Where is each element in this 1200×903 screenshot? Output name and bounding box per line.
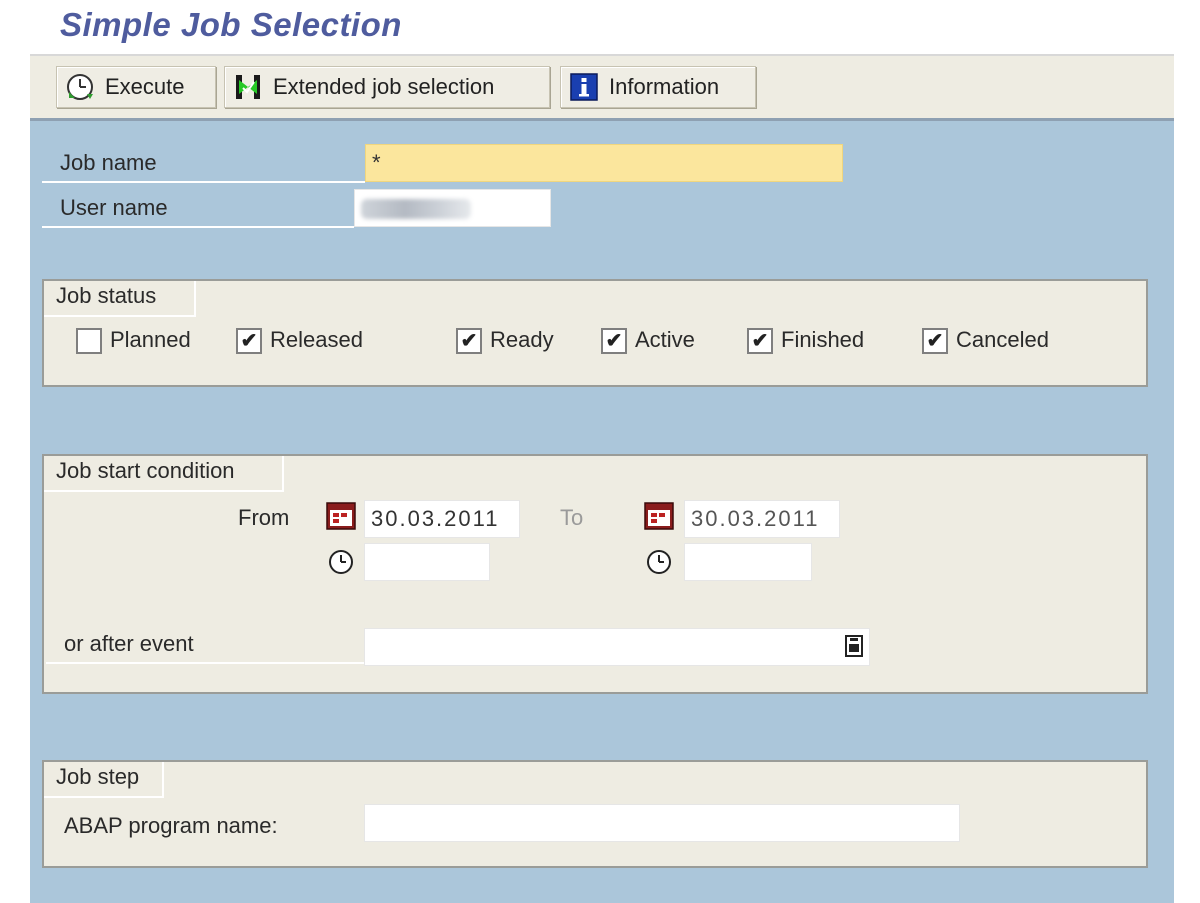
event-input[interactable] xyxy=(364,628,870,666)
user-name-input[interactable] xyxy=(354,189,551,227)
extended-selection-icon xyxy=(233,72,263,102)
canceled-label: Canceled xyxy=(956,327,1049,352)
calendar-icon[interactable] xyxy=(326,501,356,536)
from-label: From xyxy=(238,505,290,530)
released-checkbox[interactable]: ✔ xyxy=(236,328,262,354)
finished-label: Finished xyxy=(781,327,865,352)
information-button[interactable]: Information xyxy=(560,66,756,108)
job-start-condition-group: Job start condition From 30.03.2011 To 3… xyxy=(42,454,1148,694)
execute-clock-icon xyxy=(65,72,95,102)
job-name-input[interactable]: * xyxy=(365,144,843,182)
information-icon xyxy=(569,72,599,102)
clock-icon[interactable] xyxy=(326,547,356,582)
job-start-tab: Job start condition xyxy=(44,456,284,492)
information-label: Information xyxy=(609,74,720,99)
planned-label: Planned xyxy=(110,327,191,352)
to-date-input[interactable]: 30.03.2011 xyxy=(684,500,840,538)
to-label: To xyxy=(560,505,584,530)
event-label: or after event xyxy=(46,624,364,664)
canceled-checkbox[interactable]: ✔ xyxy=(922,328,948,354)
event-picker-icon[interactable] xyxy=(844,634,864,663)
extended-label: Extended job selection xyxy=(273,74,495,99)
page-margin-left xyxy=(0,0,30,903)
application-toolbar: Execute Extended job selection Informati… xyxy=(30,56,1174,121)
user-name-label: User name xyxy=(42,188,354,228)
page-margin-right xyxy=(1174,0,1200,903)
job-step-title: Job step xyxy=(56,764,140,789)
job-status-group: Job status Planned ✔ Released ✔ Ready ✔ … xyxy=(42,279,1148,387)
ready-label: Ready xyxy=(490,327,554,352)
extended-job-selection-button[interactable]: Extended job selection xyxy=(224,66,550,108)
released-label: Released xyxy=(270,327,363,352)
planned-checkbox[interactable] xyxy=(76,328,102,354)
selection-screen: Job name * User name Job status Planned … xyxy=(30,121,1174,903)
job-name-label: Job name xyxy=(42,143,365,183)
from-time-input[interactable] xyxy=(364,543,490,581)
redacted-user-value xyxy=(361,199,471,219)
title-bar: Simple Job Selection xyxy=(30,0,1174,56)
page-title: Simple Job Selection xyxy=(60,6,402,43)
job-status-tab: Job status xyxy=(44,281,196,317)
execute-label: Execute xyxy=(105,74,185,99)
job-start-title: Job start condition xyxy=(56,458,235,483)
active-checkbox[interactable]: ✔ xyxy=(601,328,627,354)
to-time-input[interactable] xyxy=(684,543,812,581)
from-date-input[interactable]: 30.03.2011 xyxy=(364,500,520,538)
ready-checkbox[interactable]: ✔ xyxy=(456,328,482,354)
calendar-icon[interactable] xyxy=(644,501,674,536)
abap-program-input[interactable] xyxy=(364,804,960,842)
job-status-title: Job status xyxy=(56,283,157,308)
job-step-group: Job step ABAP program name: xyxy=(42,760,1148,868)
active-label: Active xyxy=(635,327,695,352)
abap-program-label: ABAP program name: xyxy=(64,813,278,838)
finished-checkbox[interactable]: ✔ xyxy=(747,328,773,354)
clock-icon[interactable] xyxy=(644,547,674,582)
job-step-tab: Job step xyxy=(44,762,164,798)
execute-button[interactable]: Execute xyxy=(56,66,216,108)
